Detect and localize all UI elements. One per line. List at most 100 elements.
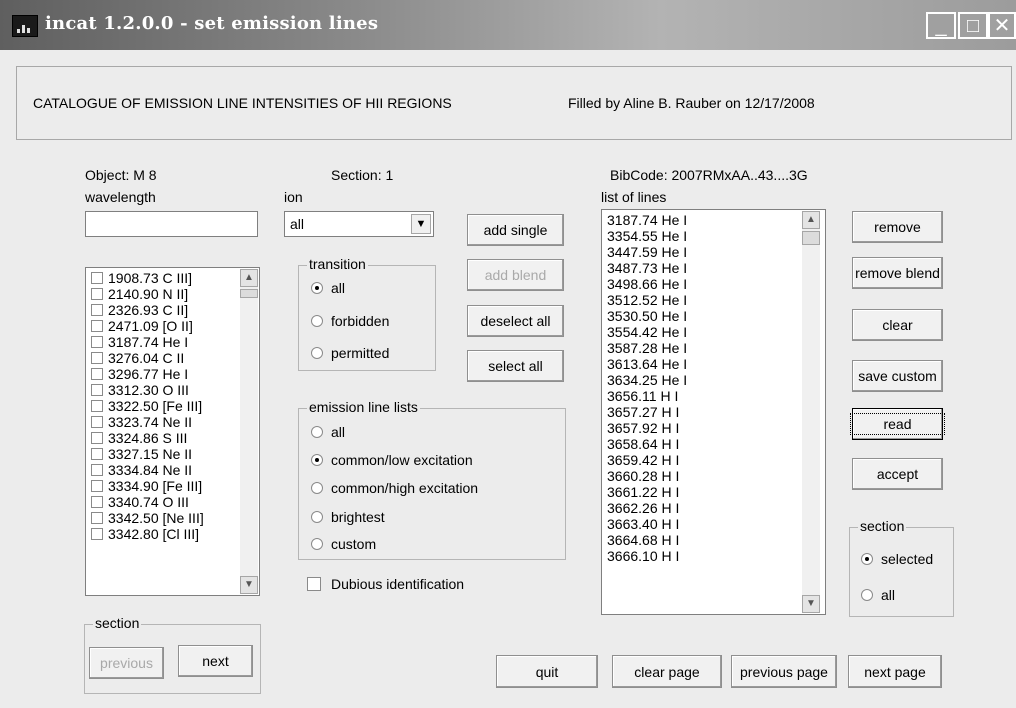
available-line-item[interactable]: 3322.50 [Fe III] bbox=[91, 398, 204, 414]
section-option-all[interactable]: all bbox=[861, 587, 895, 603]
checkbox-icon[interactable] bbox=[91, 416, 103, 428]
available-line-item[interactable]: 3324.86 S III bbox=[91, 430, 204, 446]
previous-section-button[interactable]: previous bbox=[89, 647, 164, 679]
line-list-item[interactable]: 3666.10 H I bbox=[607, 548, 687, 564]
available-line-item[interactable]: 2140.90 N II] bbox=[91, 286, 204, 302]
line-list-item[interactable]: 3634.25 He I bbox=[607, 372, 687, 388]
clear-page-button[interactable]: clear page bbox=[612, 655, 722, 688]
add-single-button[interactable]: add single bbox=[467, 214, 564, 246]
ion-select[interactable]: all ▼ bbox=[284, 211, 434, 237]
save-custom-button[interactable]: save custom bbox=[852, 360, 943, 392]
line-list-item[interactable]: 3658.64 H I bbox=[607, 436, 687, 452]
checkbox-icon[interactable] bbox=[91, 352, 103, 364]
add-blend-button[interactable]: add blend bbox=[467, 259, 564, 291]
available-line-item[interactable]: 1908.73 C III] bbox=[91, 270, 204, 286]
checkbox-icon[interactable] bbox=[91, 464, 103, 476]
available-line-item[interactable]: 3334.84 Ne II bbox=[91, 462, 204, 478]
available-line-item[interactable]: 3342.50 [Ne III] bbox=[91, 510, 204, 526]
line-list-item[interactable]: 3187.74 He I bbox=[607, 212, 687, 228]
checkbox-icon[interactable] bbox=[91, 304, 103, 316]
available-line-item[interactable]: 3340.74 O III bbox=[91, 494, 204, 510]
previous-page-button[interactable]: previous page bbox=[731, 655, 837, 688]
checkbox-icon[interactable] bbox=[91, 400, 103, 412]
line-list-item[interactable]: 3656.11 H I bbox=[607, 388, 687, 404]
checkbox-icon[interactable] bbox=[91, 272, 103, 284]
available-line-item[interactable]: 3276.04 C II bbox=[91, 350, 204, 366]
maximize-button[interactable]: □ bbox=[958, 12, 988, 39]
line-list-item[interactable]: 3530.50 He I bbox=[607, 308, 687, 324]
next-page-button[interactable]: next page bbox=[848, 655, 942, 688]
dropdown-arrow-icon[interactable]: ▼ bbox=[411, 214, 431, 234]
available-line-item[interactable]: 3323.74 Ne II bbox=[91, 414, 204, 430]
checkbox-icon[interactable] bbox=[91, 288, 103, 300]
line-list-item[interactable]: 3657.27 H I bbox=[607, 404, 687, 420]
scroll-thumb[interactable] bbox=[240, 289, 258, 298]
line-list-item[interactable]: 3354.55 He I bbox=[607, 228, 687, 244]
list-of-lines-list[interactable]: 3187.74 He I 3354.55 He I 3447.59 He I 3487… bbox=[601, 209, 826, 615]
checkbox-icon[interactable] bbox=[91, 320, 103, 332]
line-list-item[interactable]: 3659.42 H I bbox=[607, 452, 687, 468]
line-list-item[interactable]: 3664.68 H I bbox=[607, 532, 687, 548]
scroll-down-icon[interactable]: ▼ bbox=[240, 576, 258, 594]
available-line-item[interactable]: 3342.80 [Cl III] bbox=[91, 526, 204, 542]
line-list-item[interactable]: 3663.40 H I bbox=[607, 516, 687, 532]
line-list-item[interactable]: 3660.28 H I bbox=[607, 468, 687, 484]
checkbox-icon[interactable] bbox=[91, 496, 103, 508]
checkbox-icon[interactable] bbox=[91, 512, 103, 524]
emission-option-common-low[interactable]: common/low excitation bbox=[311, 452, 473, 468]
available-lines-list[interactable]: 1908.73 C III] 2140.90 N II] 2326.93 C II]… bbox=[85, 267, 260, 596]
list-of-lines-scrollbar[interactable]: ▲ ▼ bbox=[802, 211, 820, 613]
checkbox-icon[interactable] bbox=[91, 480, 103, 492]
emission-option-all[interactable]: all bbox=[311, 424, 345, 440]
available-line-item[interactable]: 3334.90 [Fe III] bbox=[91, 478, 204, 494]
line-list-item[interactable]: 3613.64 He I bbox=[607, 356, 687, 372]
minimize-button[interactable]: _ bbox=[926, 12, 956, 39]
line-list-item[interactable]: 3657.92 H I bbox=[607, 420, 687, 436]
select-all-button[interactable]: select all bbox=[467, 350, 564, 382]
checkbox-icon[interactable] bbox=[91, 384, 103, 396]
line-list-item[interactable]: 3554.42 He I bbox=[607, 324, 687, 340]
available-lines-scrollbar[interactable]: ▲ ▼ bbox=[240, 269, 258, 594]
transition-option-all[interactable]: all bbox=[311, 280, 345, 296]
emission-option-brightest[interactable]: brightest bbox=[311, 509, 385, 525]
line-list-item[interactable]: 3512.52 He I bbox=[607, 292, 687, 308]
deselect-all-button[interactable]: deselect all bbox=[467, 305, 564, 337]
line-list-item[interactable]: 3587.28 He I bbox=[607, 340, 687, 356]
available-line-item[interactable]: 2471.09 [O II] bbox=[91, 318, 204, 334]
line-list-item[interactable]: 3447.59 He I bbox=[607, 244, 687, 260]
scroll-up-icon[interactable]: ▲ bbox=[802, 211, 820, 229]
clear-button[interactable]: clear bbox=[852, 309, 943, 341]
next-section-button[interactable]: next bbox=[178, 645, 253, 677]
scroll-down-icon[interactable]: ▼ bbox=[802, 595, 820, 613]
available-line-item[interactable]: 3187.74 He I bbox=[91, 334, 204, 350]
checkbox-icon[interactable] bbox=[91, 368, 103, 380]
line-list-item[interactable]: 3661.22 H I bbox=[607, 484, 687, 500]
checkbox-icon[interactable] bbox=[91, 448, 103, 460]
scroll-up-icon[interactable]: ▲ bbox=[240, 269, 258, 287]
emission-option-custom[interactable]: custom bbox=[311, 536, 376, 552]
title-bar[interactable]: incat 1.2.0.0 - set emission lines _ □ ✕ bbox=[0, 0, 1016, 50]
checkbox-icon[interactable] bbox=[91, 432, 103, 444]
available-line-item[interactable]: 3327.15 Ne II bbox=[91, 446, 204, 462]
wavelength-input[interactable] bbox=[85, 211, 258, 237]
available-line-item[interactable]: 3296.77 He I bbox=[91, 366, 204, 382]
read-button[interactable]: read bbox=[850, 408, 945, 440]
line-list-item[interactable]: 3498.66 He I bbox=[607, 276, 687, 292]
emission-option-common-high[interactable]: common/high excitation bbox=[311, 480, 478, 496]
transition-option-forbidden[interactable]: forbidden bbox=[311, 313, 389, 329]
line-list-item[interactable]: 3662.26 H I bbox=[607, 500, 687, 516]
section-option-selected[interactable]: selected bbox=[861, 551, 933, 567]
accept-button[interactable]: accept bbox=[852, 458, 943, 490]
remove-blend-button[interactable]: remove blend bbox=[852, 257, 943, 289]
available-line-item[interactable]: 2326.93 C II] bbox=[91, 302, 204, 318]
checkbox-icon[interactable] bbox=[91, 528, 103, 540]
checkbox-icon[interactable] bbox=[91, 336, 103, 348]
available-line-item[interactable]: 3312.30 O III bbox=[91, 382, 204, 398]
remove-button[interactable]: remove bbox=[852, 211, 943, 243]
quit-button[interactable]: quit bbox=[496, 655, 598, 688]
scroll-thumb[interactable] bbox=[802, 231, 820, 245]
close-button[interactable]: ✕ bbox=[988, 12, 1016, 39]
dubious-identification-checkbox[interactable]: Dubious identification bbox=[307, 576, 464, 592]
line-list-item[interactable]: 3487.73 He I bbox=[607, 260, 687, 276]
transition-option-permitted[interactable]: permitted bbox=[311, 345, 389, 361]
